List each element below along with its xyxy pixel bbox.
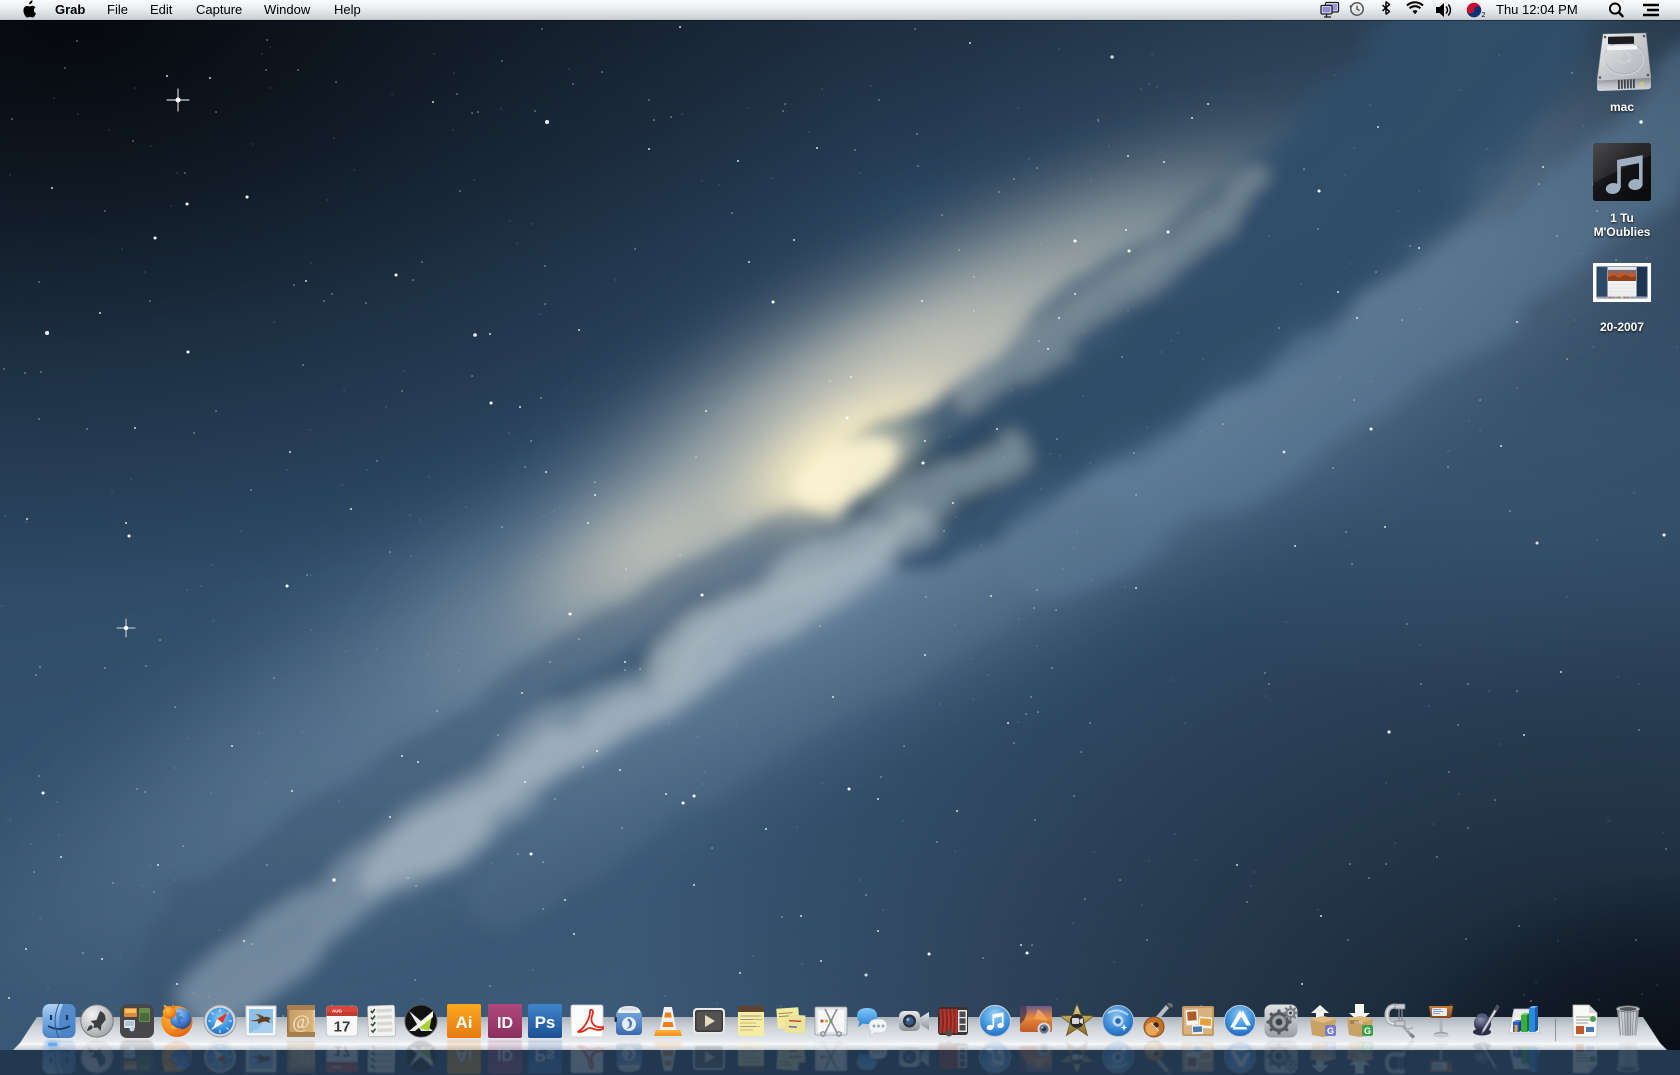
svg-text:ID: ID [497, 1015, 513, 1032]
svg-text:@: @ [292, 1012, 310, 1033]
svg-text:AUG: AUG [332, 1065, 342, 1070]
svg-text:G: G [1327, 1042, 1334, 1052]
svg-text:Ai: Ai [456, 1046, 473, 1065]
svg-text:SITX: SITX [1354, 1020, 1363, 1025]
svg-text:SITX: SITX [1354, 1053, 1363, 1058]
svg-text:G: G [1364, 1042, 1371, 1052]
svg-text:Ai: Ai [456, 1013, 473, 1032]
svg-text:Ps: Ps [535, 1013, 556, 1032]
svg-text:ID: ID [497, 1046, 513, 1063]
svg-text:Ps: Ps [535, 1046, 556, 1065]
svg-text:2: 2 [1482, 12, 1486, 19]
svg-text:17: 17 [334, 1043, 351, 1060]
svg-text:17: 17 [334, 1019, 351, 1036]
svg-text:@: @ [292, 1045, 310, 1066]
svg-text:G: G [1364, 1026, 1371, 1036]
svg-text:AUG: AUG [332, 1009, 342, 1014]
svg-text:G: G [1327, 1026, 1334, 1036]
